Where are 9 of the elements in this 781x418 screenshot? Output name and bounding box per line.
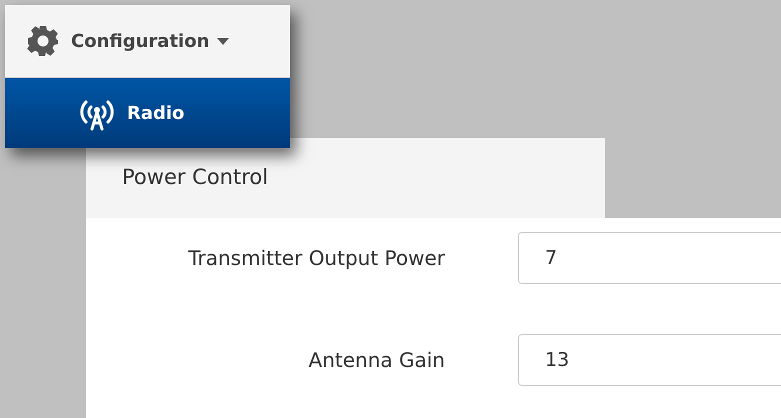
menu-item[interactable]: Radio	[5, 78, 290, 148]
field-label: Transmitter Output Power	[187, 245, 445, 272]
gear-icon	[27, 25, 59, 57]
input-field[interactable]: 7	[518, 232, 781, 284]
caret-icon	[217, 38, 230, 44]
configuration-dropdown[interactable]: Configuration	[5, 5, 290, 78]
input-field[interactable]: 13	[518, 334, 781, 386]
section-title: Power Control	[122, 164, 268, 192]
field-label: Antenna Gain	[308, 347, 445, 374]
